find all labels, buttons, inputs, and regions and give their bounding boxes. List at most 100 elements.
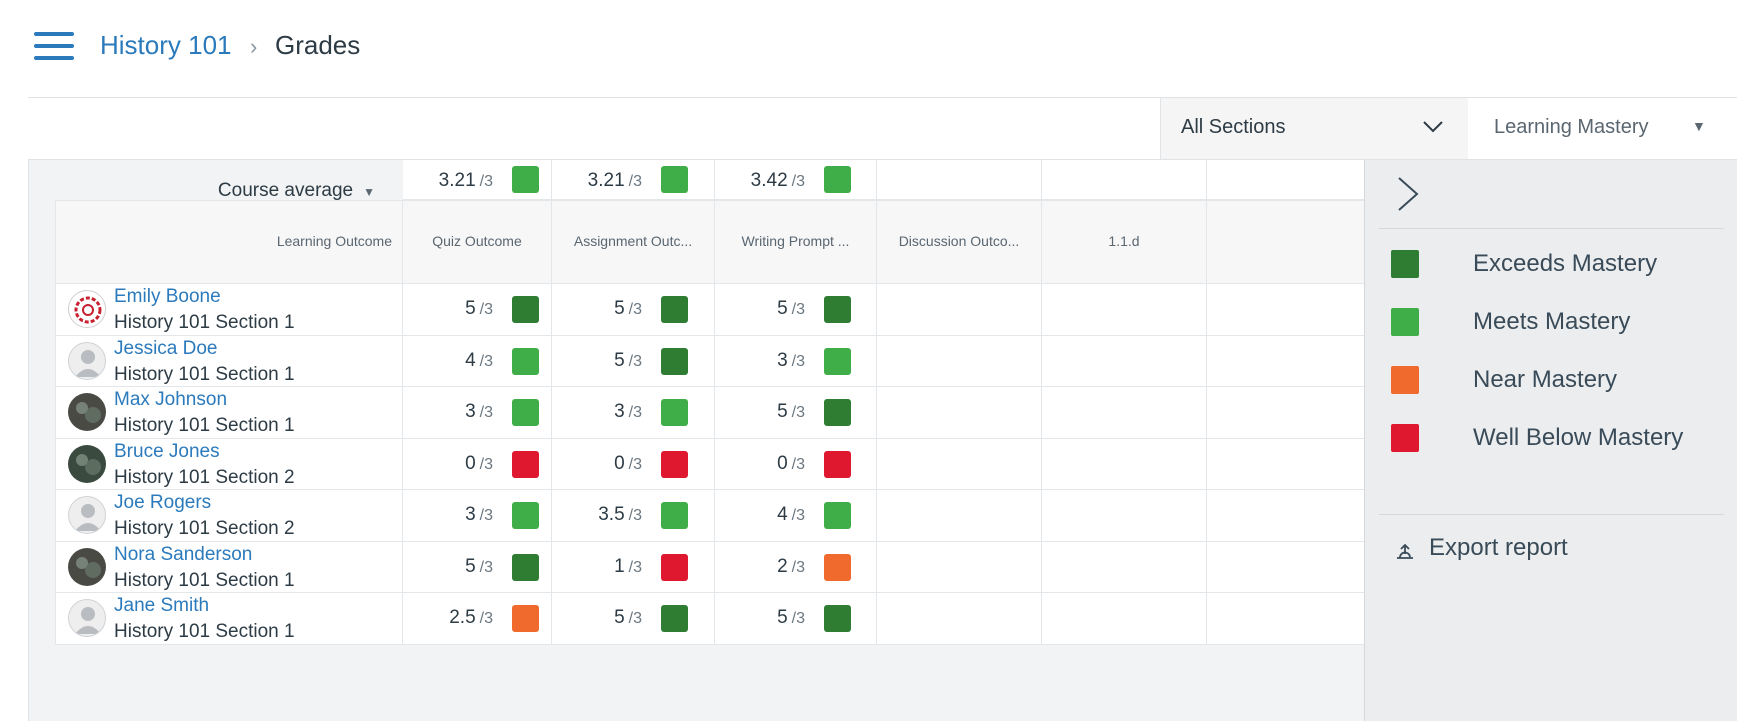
mastery-indicator bbox=[661, 399, 688, 426]
average-cell bbox=[877, 160, 1042, 200]
average-score-value: 3.42 bbox=[750, 170, 788, 191]
score-cell[interactable] bbox=[1042, 387, 1207, 439]
score-cell[interactable]: 0/3 bbox=[715, 438, 877, 490]
score-cell[interactable]: 4/3 bbox=[715, 490, 877, 542]
legend-swatch bbox=[1391, 424, 1419, 452]
score-cell[interactable]: 3.5/3 bbox=[552, 490, 715, 542]
export-icon bbox=[1397, 543, 1413, 559]
mastery-indicator bbox=[661, 553, 688, 581]
student-score-denom: /3 bbox=[628, 352, 642, 370]
student-score-value: 3 bbox=[777, 349, 788, 371]
outcome-column-header[interactable]: Discussion Outco... bbox=[877, 200, 1042, 284]
score-cell[interactable] bbox=[1042, 490, 1207, 542]
score-cell[interactable]: 3/3 bbox=[715, 335, 877, 387]
student-score-denom: /3 bbox=[628, 301, 642, 318]
average-cell bbox=[1042, 160, 1207, 200]
student-name-link[interactable]: Nora Sanderson bbox=[114, 544, 252, 566]
score-cell[interactable] bbox=[877, 284, 1042, 336]
hamburger-icon[interactable] bbox=[34, 32, 74, 60]
mastery-indicator bbox=[512, 502, 539, 529]
mastery-indicator bbox=[824, 399, 851, 426]
student-score-value: 0 bbox=[614, 452, 625, 474]
score-cell[interactable]: 5/3 bbox=[552, 593, 715, 645]
score-cell[interactable]: 4/3 bbox=[403, 335, 552, 387]
score-cell[interactable] bbox=[1042, 541, 1207, 593]
student-score: 1/3 bbox=[572, 556, 642, 578]
student-name-link[interactable]: Jessica Doe bbox=[114, 338, 218, 360]
student-name-link[interactable]: Joe Rogers bbox=[114, 492, 211, 514]
score-cell[interactable]: 2/3 bbox=[715, 541, 877, 593]
score-cell[interactable]: 3/3 bbox=[403, 387, 552, 439]
legend-swatch bbox=[1391, 308, 1419, 336]
student-score-denom: /3 bbox=[628, 610, 642, 627]
student-score: 5/3 bbox=[572, 298, 642, 320]
student-score-denom: /3 bbox=[628, 558, 642, 576]
score-cell[interactable]: 5/3 bbox=[715, 387, 877, 439]
score-cell[interactable]: 3/3 bbox=[403, 490, 552, 542]
breadcrumb-current: Grades bbox=[275, 30, 361, 60]
average-cell: 3.21/3 bbox=[552, 160, 715, 200]
score-cell[interactable]: 5/3 bbox=[715, 593, 877, 645]
score-cell[interactable] bbox=[877, 335, 1042, 387]
student-score-value: 1 bbox=[614, 555, 625, 577]
average-score: 3.21/3 bbox=[423, 170, 493, 192]
score-cell[interactable]: 5/3 bbox=[552, 335, 715, 387]
score-cell[interactable] bbox=[877, 490, 1042, 542]
student-score-value: 5 bbox=[777, 401, 788, 422]
student-score-value: 5 bbox=[777, 298, 788, 319]
score-cell[interactable]: 3/3 bbox=[552, 387, 715, 439]
panel-divider bbox=[1379, 228, 1724, 229]
chevron-down-icon bbox=[1423, 121, 1443, 133]
student-name-link[interactable]: Jane Smith bbox=[114, 595, 209, 617]
score-cell[interactable]: 1/3 bbox=[552, 541, 715, 593]
score-cell[interactable]: 5/3 bbox=[403, 284, 552, 336]
score-cell[interactable]: 0/3 bbox=[403, 438, 552, 490]
mastery-indicator bbox=[661, 502, 688, 529]
score-cell bbox=[1207, 335, 1365, 387]
outcome-column-header[interactable]: Quiz Outcome bbox=[403, 200, 552, 284]
student-score-value: 3.5 bbox=[598, 504, 625, 525]
score-cell[interactable] bbox=[1042, 593, 1207, 645]
student-score: 5/3 bbox=[735, 607, 805, 629]
score-cell[interactable] bbox=[1042, 284, 1207, 336]
student-name-link[interactable]: Max Johnson bbox=[114, 389, 227, 411]
student-score: 0/3 bbox=[423, 453, 493, 475]
score-cell[interactable]: 5/3 bbox=[552, 284, 715, 336]
outcome-column-header[interactable]: Assignment Outc... bbox=[552, 200, 715, 284]
student-score-value: 0 bbox=[777, 452, 788, 474]
student-section: History 101 Section 1 bbox=[114, 312, 295, 333]
score-cell bbox=[1207, 593, 1365, 645]
collapse-panel-button[interactable] bbox=[1393, 174, 1423, 214]
mastery-indicator bbox=[512, 450, 539, 478]
outcome-column-header[interactable]: Writing Prompt ... bbox=[715, 200, 877, 284]
mastery-indicator bbox=[824, 296, 851, 323]
mastery-indicator bbox=[824, 502, 851, 529]
student-score: 3/3 bbox=[423, 504, 493, 526]
default-avatar bbox=[68, 496, 106, 534]
student-section: History 101 Section 1 bbox=[114, 415, 295, 436]
sections-select[interactable]: All Sections bbox=[1160, 98, 1468, 160]
student-score-denom: /3 bbox=[791, 352, 805, 370]
view-menu[interactable]: Learning Mastery ▼ bbox=[1482, 98, 1737, 160]
legend-label: Exceeds Mastery bbox=[1473, 250, 1658, 277]
score-cell[interactable] bbox=[877, 541, 1042, 593]
default-avatar bbox=[68, 599, 106, 637]
student-name-link[interactable]: Bruce Jones bbox=[114, 441, 220, 463]
score-cell[interactable] bbox=[877, 593, 1042, 645]
score-cell[interactable] bbox=[877, 387, 1042, 439]
student-score-value: 5 bbox=[777, 607, 788, 628]
student-score-denom: /3 bbox=[791, 301, 805, 318]
score-cell[interactable]: 2.5/3 bbox=[403, 593, 552, 645]
score-cell[interactable] bbox=[877, 438, 1042, 490]
mastery-indicator bbox=[824, 347, 851, 375]
score-cell[interactable] bbox=[1042, 438, 1207, 490]
breadcrumb-course-link[interactable]: History 101 bbox=[100, 28, 232, 62]
student-name-link[interactable]: Emily Boone bbox=[114, 286, 221, 308]
score-cell[interactable]: 5/3 bbox=[715, 284, 877, 336]
student-row: Nora Sanderson History 101 Section 1 bbox=[55, 541, 403, 593]
score-cell[interactable]: 5/3 bbox=[403, 541, 552, 593]
score-cell[interactable] bbox=[1042, 335, 1207, 387]
outcome-column-header[interactable]: 1.1.d bbox=[1042, 200, 1207, 284]
chevron-right-icon bbox=[1398, 177, 1419, 211]
score-cell[interactable]: 0/3 bbox=[552, 438, 715, 490]
